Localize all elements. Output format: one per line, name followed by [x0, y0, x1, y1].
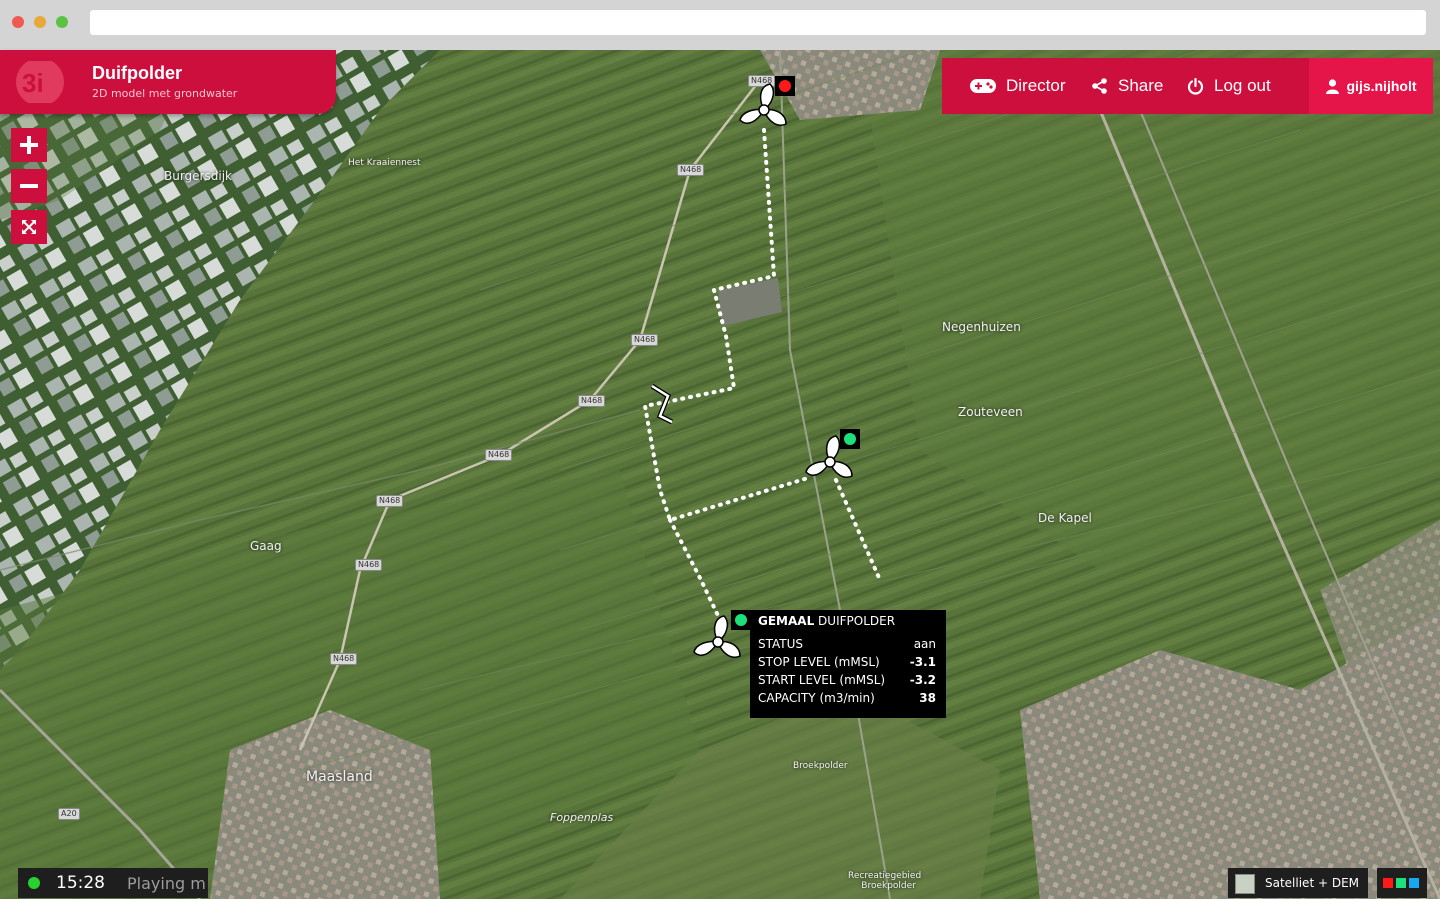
- minimize-window-button[interactable]: [34, 16, 46, 28]
- popup-row-label: STOP LEVEL (mMSL): [758, 655, 880, 669]
- status-led: [28, 877, 40, 889]
- browser-chrome: [0, 0, 1440, 50]
- map-canvas[interactable]: Burgersdijk Het Kraaiennest Negenhuizen …: [0, 50, 1440, 899]
- basemap-label: Satelliet + DEM: [1265, 876, 1360, 890]
- popup-title-name: DUIFPOLDER: [818, 614, 896, 628]
- close-window-button[interactable]: [12, 16, 24, 28]
- expand-icon: [22, 220, 36, 234]
- address-bar[interactable]: [90, 10, 1426, 35]
- popup-row: CAPACITY (m3/min) 38: [758, 691, 936, 709]
- power-icon: [1187, 77, 1204, 95]
- model-title: Duifpolder: [92, 63, 182, 83]
- director-button[interactable]: Director: [970, 58, 1066, 114]
- pump-middle-status: [840, 429, 860, 449]
- director-label: Director: [1006, 76, 1066, 95]
- playback-mode: Playing m: [127, 874, 206, 893]
- basemap-switcher[interactable]: Satelliet + DEM: [1228, 868, 1368, 898]
- zoom-extent-button[interactable]: [11, 210, 47, 244]
- pump-duifpolder-status: [731, 610, 751, 630]
- maximize-window-button[interactable]: [56, 16, 68, 28]
- pump-north-status: [775, 76, 795, 96]
- place-label: Burgersdijk: [164, 169, 232, 183]
- place-label: Broekpolder: [793, 761, 848, 771]
- pump-info-popup: GEMAAL DUIFPOLDER STATUS aan STOP LEVEL …: [750, 610, 946, 718]
- plus-icon: [20, 136, 38, 154]
- logo-3di-icon: 3i: [16, 61, 64, 103]
- user-menu-button[interactable]: gijs.nijholt: [1309, 58, 1433, 114]
- minus-icon: [20, 184, 38, 188]
- color-legend-button[interactable]: [1377, 868, 1427, 898]
- place-label: Zouteveen: [958, 405, 1023, 419]
- gamepad-icon: [970, 79, 996, 93]
- place-label-line: Broekpolder: [861, 881, 916, 891]
- popup-title: GEMAAL DUIFPOLDER: [758, 614, 895, 628]
- popup-row: STOP LEVEL (mMSL) -3.1: [758, 655, 936, 673]
- popup-row: STATUS aan: [758, 637, 936, 655]
- popup-row-label: STATUS: [758, 637, 804, 651]
- road-shield: N468: [631, 334, 659, 346]
- road-shield: N468: [485, 449, 513, 461]
- user-name: gijs.nijholt: [1346, 78, 1417, 94]
- road-shield: N468: [376, 495, 404, 507]
- model-subtitle: 2D model met grondwater: [92, 87, 238, 100]
- basemap-thumbnail: [1235, 874, 1255, 894]
- svg-text:3i: 3i: [22, 68, 44, 98]
- zoom-in-button[interactable]: [11, 128, 47, 162]
- model-header[interactable]: 3i Duifpolder 2D model met grondwater: [0, 50, 336, 114]
- place-label: De Kapel: [1038, 511, 1092, 525]
- popup-row-value: -3.2: [909, 673, 936, 687]
- road-shield: A20: [58, 808, 80, 820]
- popup-row-label: CAPACITY (m3/min): [758, 691, 875, 705]
- share-label: Share: [1118, 76, 1164, 95]
- place-label: Gaag: [250, 539, 282, 553]
- popup-row-value: -3.1: [909, 655, 936, 669]
- road-shield: N468: [578, 395, 606, 407]
- popup-row-label: START LEVEL (mMSL): [758, 673, 886, 687]
- place-label: Het Kraaiennest: [348, 158, 421, 168]
- place-label-recreatie: Recreatiegebied Broekpolder: [848, 871, 921, 891]
- logout-label: Log out: [1214, 76, 1271, 95]
- popup-row-value: 38: [919, 691, 936, 705]
- legend-swatch: [1383, 878, 1393, 888]
- share-button[interactable]: Share: [1092, 58, 1163, 114]
- place-label: Foppenplas: [550, 811, 614, 824]
- legend-swatch: [1396, 878, 1406, 888]
- place-label: Negenhuizen: [942, 320, 1021, 334]
- zoom-out-button[interactable]: [11, 169, 47, 203]
- simulation-time: 15:28: [56, 873, 105, 893]
- popup-row-value: aan: [913, 637, 936, 651]
- popup-title-type: GEMAAL: [758, 614, 815, 628]
- road-shield: N468: [330, 653, 358, 665]
- legend-swatch: [1409, 878, 1419, 888]
- user-icon: [1325, 78, 1339, 94]
- share-icon: [1092, 78, 1107, 94]
- playback-status[interactable]: 15:28 Playing m: [18, 868, 208, 898]
- road-shield: N468: [677, 164, 705, 176]
- place-label: Maasland: [306, 769, 373, 785]
- road-shield: N468: [355, 559, 383, 571]
- logout-button[interactable]: Log out: [1187, 58, 1271, 114]
- place-label-line: Recreatiegebied: [848, 871, 922, 881]
- popup-row: START LEVEL (mMSL) -3.2: [758, 673, 936, 691]
